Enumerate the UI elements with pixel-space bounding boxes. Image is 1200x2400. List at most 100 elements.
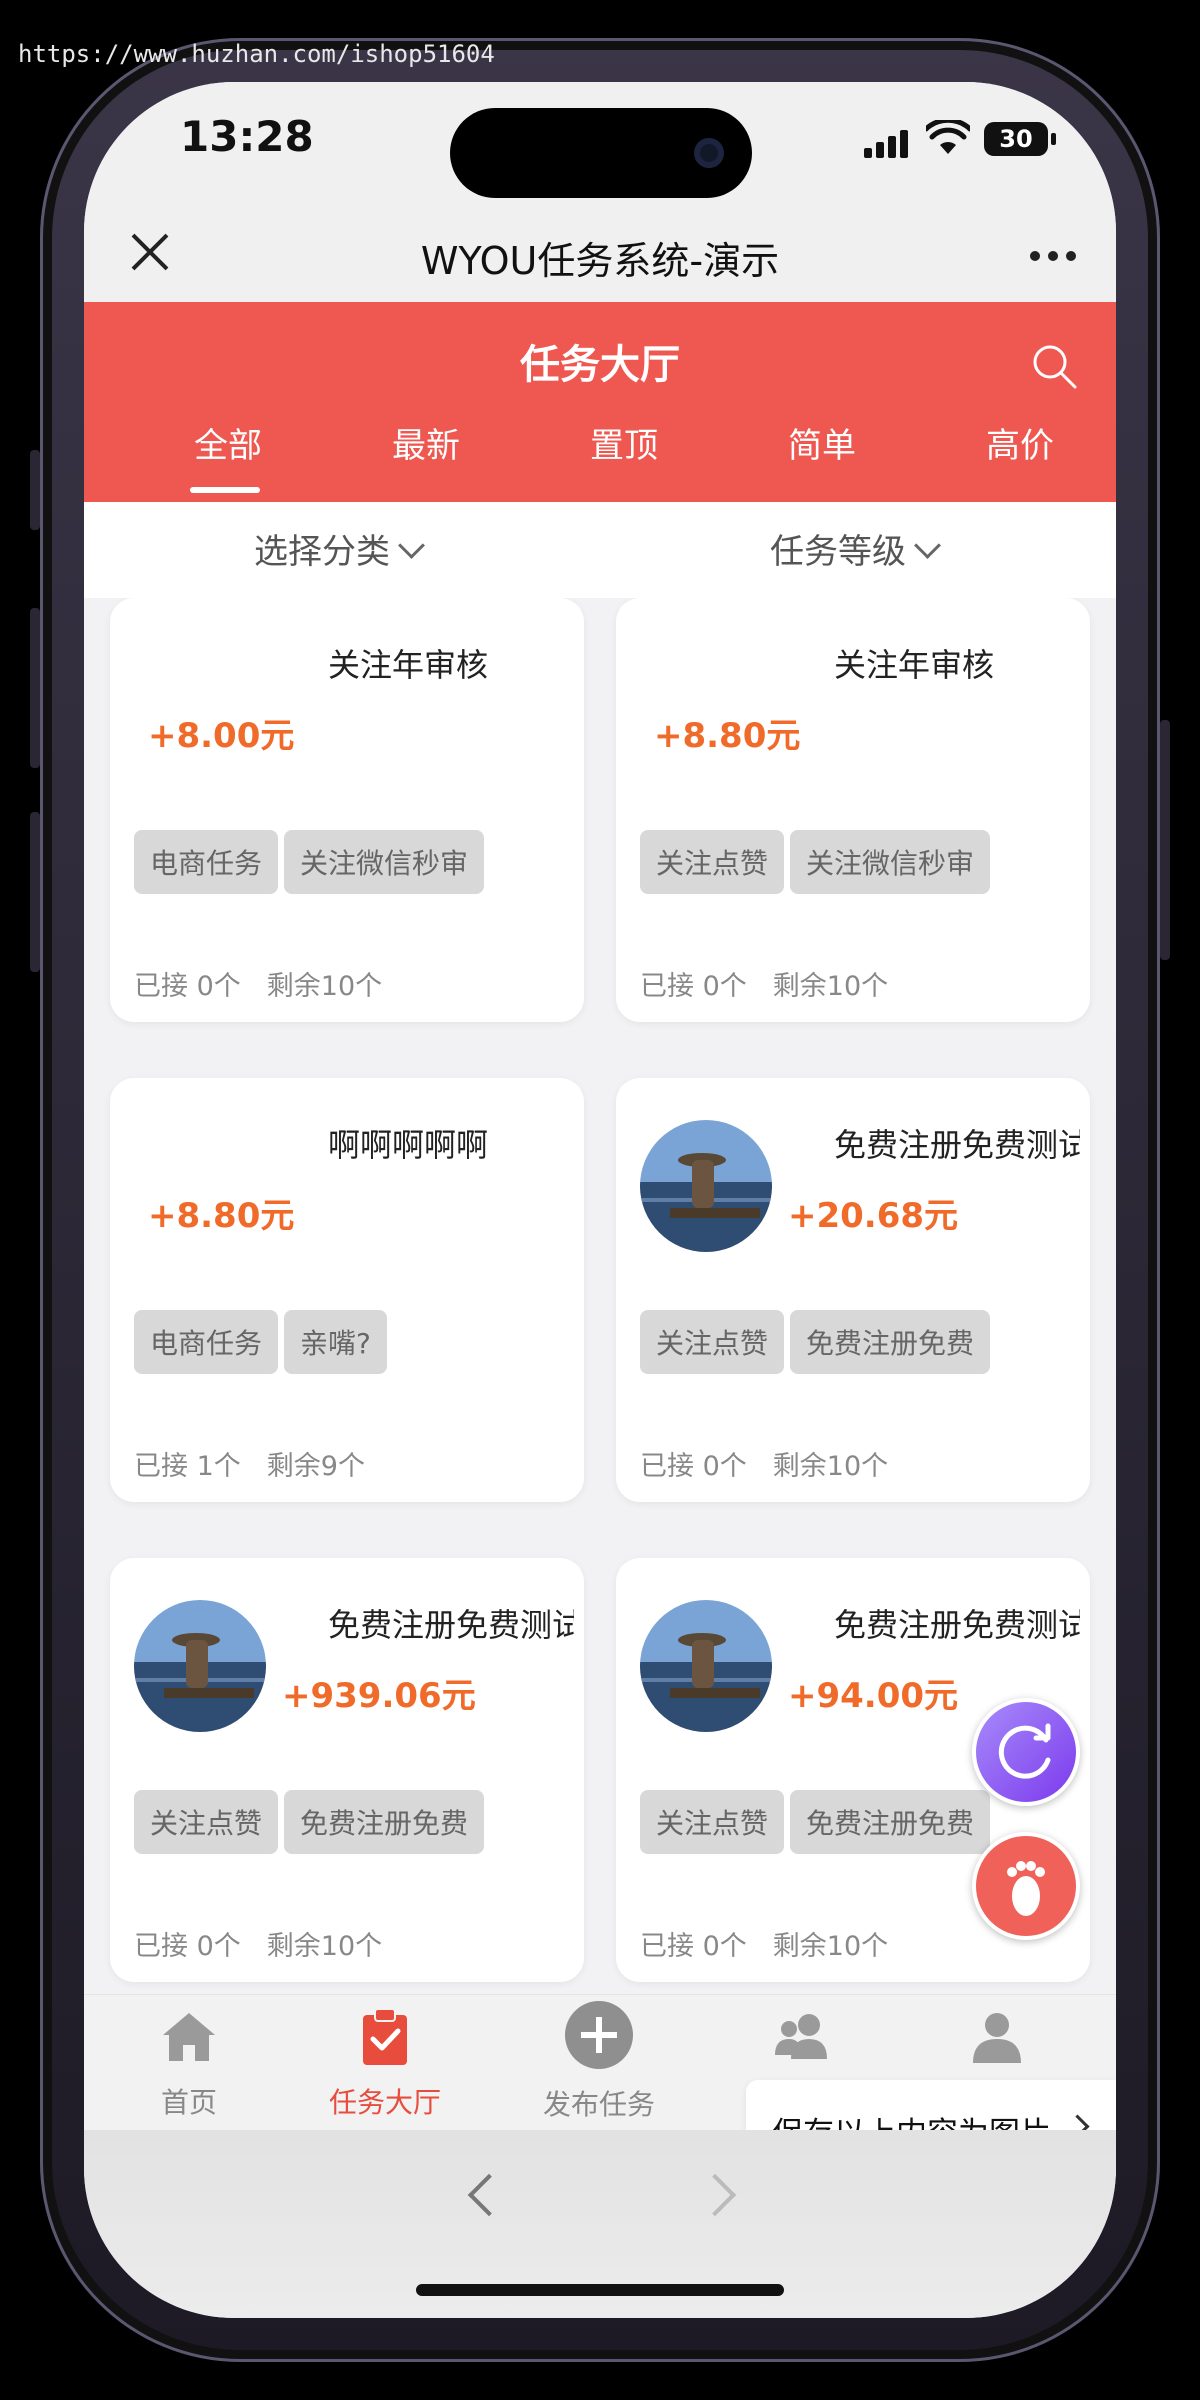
tab-latest[interactable]: 最新 bbox=[366, 418, 486, 467]
task-tag: 免费注册免费 bbox=[284, 1790, 485, 1854]
task-title: 免费注册免费测试 bbox=[328, 1606, 574, 1644]
refresh-button[interactable] bbox=[972, 1698, 1080, 1806]
power-button bbox=[1160, 720, 1170, 960]
task-price: +94.00元 bbox=[788, 1676, 959, 1716]
accepted-count: 已接 0个 bbox=[640, 1451, 747, 1482]
back-arrow-icon[interactable] bbox=[467, 2173, 511, 2217]
tab-pinned[interactable]: 置顶 bbox=[564, 418, 684, 467]
tabbar-item-publish-task[interactable]: 发布任务 bbox=[524, 2001, 674, 2123]
status-bar: 13:28 30 bbox=[84, 82, 1116, 202]
wifi-icon bbox=[926, 120, 970, 154]
remaining-count: 剩余10个 bbox=[772, 971, 889, 1002]
task-price: +939.06元 bbox=[282, 1676, 476, 1716]
category-filter-dropdown[interactable]: 选择分类 bbox=[254, 524, 425, 573]
task-title: 关注年审核 bbox=[328, 646, 489, 684]
status-time: 13:28 bbox=[180, 112, 314, 161]
home-icon bbox=[163, 2013, 215, 2061]
task-price: +8.80元 bbox=[654, 716, 801, 756]
task-tag: 关注点赞 bbox=[134, 1790, 279, 1854]
accepted-count: 已接 0个 bbox=[134, 971, 241, 1002]
users-icon bbox=[775, 2014, 827, 2059]
level-filter-label: 任务等级 bbox=[770, 532, 906, 572]
task-tag: 电商任务 bbox=[134, 1310, 279, 1374]
task-stats: 已接 0个 剩余10个 bbox=[640, 1444, 888, 1483]
task-card[interactable]: 关注年审核 +8.80元 关注点赞 关注微信秒审 已接 0个 剩余10个 bbox=[616, 598, 1090, 1022]
tab-high-price[interactable]: 高价 bbox=[960, 418, 1080, 467]
tabbar-item-community[interactable] bbox=[724, 2005, 874, 2073]
task-tag: 关注微信秒审 bbox=[790, 830, 991, 894]
remaining-count: 剩余10个 bbox=[266, 1931, 383, 1962]
task-tags: 电商任务 亲嘴? bbox=[134, 1310, 393, 1374]
task-card[interactable]: 免费注册免费测试 +939.06元 关注点赞 免费注册免费 已接 0个 剩余10个 bbox=[110, 1558, 584, 1982]
battery-indicator: 30 bbox=[984, 122, 1056, 156]
accepted-count: 已接 1个 bbox=[134, 1451, 241, 1482]
task-stats: 已接 0个 剩余10个 bbox=[134, 1924, 382, 1963]
task-avatar-image bbox=[640, 1120, 772, 1252]
task-title: 免费注册免费测试 bbox=[834, 1126, 1080, 1164]
tabbar-label: 首页 bbox=[160, 2086, 217, 2119]
task-hall-header: 任务大厅 全部 最新 置顶 简单 高价 bbox=[84, 302, 1116, 502]
task-tag: 关注点赞 bbox=[640, 830, 785, 894]
task-avatar-image bbox=[640, 1600, 772, 1732]
footprint-button[interactable] bbox=[972, 1832, 1080, 1940]
tabbar-item-task-hall[interactable]: 任务大厅 bbox=[310, 2005, 460, 2121]
task-price: +8.80元 bbox=[148, 1196, 295, 1236]
search-icon[interactable] bbox=[1030, 342, 1078, 390]
task-tags: 关注点赞 免费注册免费 bbox=[640, 1310, 996, 1374]
accepted-count: 已接 0个 bbox=[640, 971, 747, 1002]
category-filter-label: 选择分类 bbox=[254, 532, 390, 572]
filter-bar: 选择分类 任务等级 bbox=[84, 502, 1116, 598]
task-tag: 亲嘴? bbox=[284, 1310, 387, 1374]
task-clipboard-icon bbox=[363, 2008, 407, 2065]
browser-nav-bar: WYOU任务系统-演示 bbox=[84, 202, 1116, 302]
page-title: 任务大厅 bbox=[520, 342, 680, 388]
home-indicator bbox=[416, 2284, 784, 2296]
category-tabs: 全部 最新 置顶 简单 高价 bbox=[84, 402, 1116, 502]
remaining-count: 剩余10个 bbox=[266, 971, 383, 1002]
task-stats: 已接 0个 剩余10个 bbox=[640, 964, 888, 1003]
signal-icon bbox=[864, 130, 912, 158]
camera-icon bbox=[694, 138, 724, 168]
tab-easy[interactable]: 简单 bbox=[762, 418, 882, 467]
watermark-url: https://www.huzhan.com/ishop51604 bbox=[18, 40, 495, 68]
task-tag: 关注点赞 bbox=[640, 1310, 785, 1374]
forward-arrow-icon[interactable] bbox=[693, 2173, 737, 2217]
task-tag: 免费注册免费 bbox=[790, 1310, 991, 1374]
accepted-count: 已接 0个 bbox=[134, 1931, 241, 1962]
accepted-count: 已接 0个 bbox=[640, 1931, 747, 1962]
task-tags: 关注点赞 免费注册免费 bbox=[640, 1790, 996, 1854]
footprint-icon bbox=[1007, 1861, 1045, 1916]
task-stats: 已接 1个 剩余9个 bbox=[134, 1444, 365, 1483]
chevron-down-icon bbox=[398, 532, 425, 559]
level-filter-dropdown[interactable]: 任务等级 bbox=[770, 524, 941, 573]
tabbar-item-home[interactable]: 首页 bbox=[114, 2005, 264, 2121]
plus-circle-icon bbox=[565, 2001, 633, 2069]
task-tags: 电商任务 关注微信秒审 bbox=[134, 830, 490, 894]
page-window-title: WYOU任务系统-演示 bbox=[420, 239, 780, 283]
more-options-icon[interactable] bbox=[1022, 246, 1076, 265]
task-card[interactable]: 关注年审核 +8.00元 电商任务 关注微信秒审 已接 0个 剩余10个 bbox=[110, 598, 584, 1022]
task-list: 关注年审核 +8.00元 电商任务 关注微信秒审 已接 0个 剩余10个 关注年审核… bbox=[84, 598, 1116, 2058]
action-button bbox=[30, 450, 40, 530]
volume-down-button bbox=[30, 812, 40, 972]
task-card[interactable]: 免费注册免费测试 +20.68元 关注点赞 免费注册免费 已接 0个 剩余10个 bbox=[616, 1078, 1090, 1502]
task-price: +8.00元 bbox=[148, 716, 295, 756]
task-card[interactable]: 啊啊啊啊啊 +8.80元 电商任务 亲嘴? 已接 1个 剩余9个 bbox=[110, 1078, 584, 1502]
task-title: 啊啊啊啊啊 bbox=[328, 1126, 489, 1164]
task-stats: 已接 0个 剩余10个 bbox=[134, 964, 382, 1003]
tabbar-label: 任务大厅 bbox=[328, 2086, 441, 2119]
volume-up-button bbox=[30, 608, 40, 768]
tabbar-item-profile[interactable] bbox=[922, 2005, 1072, 2073]
user-icon bbox=[973, 2013, 1021, 2063]
task-avatar-image bbox=[134, 1600, 266, 1732]
task-price: +20.68元 bbox=[788, 1196, 959, 1236]
task-tag: 电商任务 bbox=[134, 830, 279, 894]
task-tags: 关注点赞 关注微信秒审 bbox=[640, 830, 996, 894]
task-title: 关注年审核 bbox=[834, 646, 995, 684]
dynamic-island bbox=[450, 108, 752, 198]
task-tags: 关注点赞 免费注册免费 bbox=[134, 1790, 490, 1854]
tab-all[interactable]: 全部 bbox=[168, 418, 288, 493]
task-title: 免费注册免费测试 bbox=[834, 1606, 1080, 1644]
refresh-icon bbox=[998, 1723, 1051, 1779]
task-tag: 关注点赞 bbox=[640, 1790, 785, 1854]
